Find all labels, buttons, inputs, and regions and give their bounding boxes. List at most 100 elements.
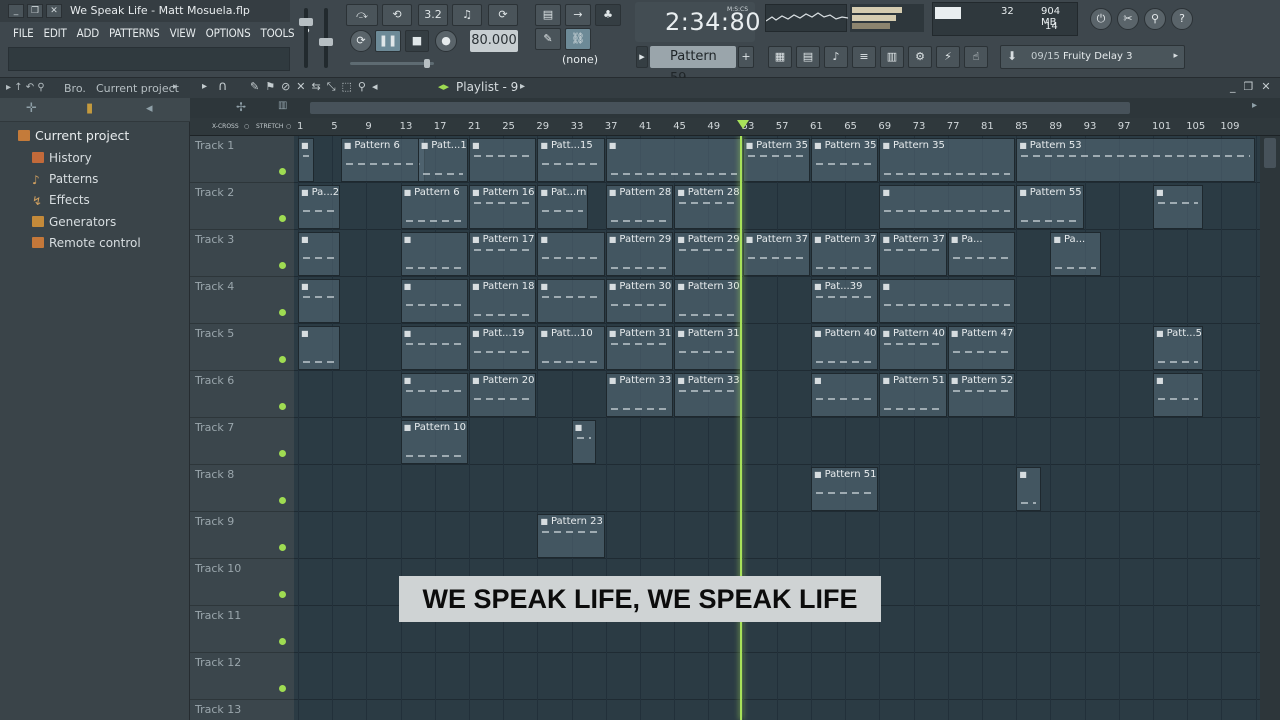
minimize-button[interactable]: _ xyxy=(8,4,24,18)
channel-rack-button[interactable]: ▤ xyxy=(796,46,820,68)
track-mute-led[interactable] xyxy=(279,309,286,316)
pattern-clip[interactable]: Pa...2 xyxy=(298,185,340,229)
pattern-clip[interactable]: Pa... xyxy=(947,232,1016,276)
track-header[interactable]: Track 2 xyxy=(190,183,294,230)
menu-tools[interactable]: TOOLS xyxy=(255,24,299,44)
track-header[interactable]: Track 10 xyxy=(190,559,294,606)
pattern-clip[interactable]: Pattern 17 xyxy=(469,232,537,276)
timeline-ruler[interactable]: X-CROSS ○ STRETCH ○ 1 5 9 13 17 21 25 29 33 37 41 4… xyxy=(190,118,1280,136)
pattern-clip[interactable]: Pattern 20 xyxy=(469,373,537,417)
piano-roll-button[interactable]: ▤ xyxy=(535,4,561,26)
pattern-clip[interactable]: Pattern 35 xyxy=(742,138,810,182)
playlist-horizontal-scroll[interactable]: ✢ ▥ ▸ xyxy=(190,98,1280,118)
track-mute-led[interactable] xyxy=(279,450,286,457)
xcross-toggle[interactable]: ○ xyxy=(244,123,249,130)
main-pitch-knob[interactable] xyxy=(424,59,430,68)
track-header[interactable]: Track 6 xyxy=(190,371,294,418)
menu-view[interactable]: VIEW xyxy=(165,24,201,44)
pattern-clip[interactable] xyxy=(605,138,742,182)
menu-add[interactable]: ADD xyxy=(72,24,104,44)
magnet-icon[interactable]: ∩ xyxy=(218,79,228,94)
pattern-left-arrow[interactable]: ▸ xyxy=(636,46,648,68)
menu-patterns[interactable]: PATTERNS xyxy=(104,24,165,44)
scroll-right-arrow[interactable]: ▸ xyxy=(1252,100,1257,111)
browser-item-history[interactable]: History xyxy=(32,151,92,165)
pattern-clip[interactable]: Patt...58 xyxy=(1153,326,1204,370)
pattern-clip[interactable] xyxy=(400,232,468,276)
pattern-clip[interactable]: Pattern 30 xyxy=(674,279,742,323)
pattern-clip[interactable]: Pattern 51 xyxy=(879,373,947,417)
track-header[interactable]: Track 9 xyxy=(190,512,294,559)
typing-keyboard-button[interactable]: ♫ xyxy=(452,4,482,26)
draw-button[interactable]: ✎ xyxy=(535,28,561,50)
pattern-clip[interactable]: Pattern 30 xyxy=(605,279,674,323)
pattern-clip[interactable]: Pattern 10 xyxy=(400,420,468,464)
pattern-clip[interactable]: Pattern 37 xyxy=(811,232,879,276)
pattern-clip[interactable]: Pattern 28 xyxy=(605,185,674,229)
pattern-clip[interactable]: Pattern 31 xyxy=(674,326,742,370)
pattern-clip[interactable]: Pattern 29 xyxy=(674,232,742,276)
pattern-clip[interactable] xyxy=(400,279,468,323)
pattern-clip[interactable]: Pattern 33 xyxy=(605,373,674,417)
pattern-clip[interactable]: Pattern 55 xyxy=(1016,185,1084,229)
pattern-clip[interactable] xyxy=(400,326,468,370)
pattern-clip[interactable] xyxy=(537,279,605,323)
loop-record-button[interactable]: ⟳ xyxy=(488,4,518,26)
menu-file[interactable]: FILE xyxy=(8,24,39,44)
menu-edit[interactable]: EDIT xyxy=(39,24,72,44)
track-header[interactable]: Track 8 xyxy=(190,465,294,512)
main-pitch-slider[interactable] xyxy=(350,59,434,68)
track-mute-led[interactable] xyxy=(279,356,286,363)
pause-button[interactable]: ❚❚ xyxy=(375,30,401,52)
loop-icon[interactable]: ⟳ xyxy=(350,30,372,52)
pattern-clip[interactable]: Pattern 37 xyxy=(742,232,810,276)
pattern-clip[interactable] xyxy=(1153,373,1204,417)
countdown-button[interactable]: 3.2 xyxy=(418,4,448,26)
zoom-icon[interactable]: ✢ xyxy=(236,100,246,114)
piano-roll-window-button[interactable]: ♪ xyxy=(824,46,848,68)
pattern-clip[interactable] xyxy=(298,279,340,323)
mixer-hint-panel[interactable]: ⬇ 09/15 Fruity Delay 3 ▸ xyxy=(1000,45,1185,69)
power-icon[interactable]: ⏻ xyxy=(1090,8,1112,30)
track-header[interactable]: Track 1 xyxy=(190,136,294,183)
pattern-clip[interactable]: Pattern 51 xyxy=(811,467,879,511)
master-volume-knob[interactable] xyxy=(299,18,313,26)
pattern-clip[interactable] xyxy=(879,185,1016,229)
track-header[interactable]: Track 3 xyxy=(190,230,294,277)
track-mute-led[interactable] xyxy=(279,544,286,551)
vscroll-thumb[interactable] xyxy=(1264,138,1276,168)
playlist-vertical-scroll[interactable] xyxy=(1260,136,1280,720)
collapse-icon[interactable]: ✛ xyxy=(26,101,37,116)
pattern-icon[interactable]: ▥ xyxy=(278,100,287,111)
track-mute-led[interactable] xyxy=(279,403,286,410)
folder-icon[interactable]: ▮ xyxy=(86,101,93,116)
pattern-clip[interactable] xyxy=(1016,467,1041,511)
pattern-clip[interactable]: Patt...19 xyxy=(469,326,537,370)
pattern-clip[interactable]: Pattern 16 xyxy=(469,185,537,229)
add-pattern-button[interactable]: + xyxy=(738,46,754,68)
master-pitch-knob[interactable] xyxy=(319,38,333,46)
browser-item-remote-control[interactable]: Remote control xyxy=(32,236,141,250)
playhead-marker[interactable] xyxy=(737,120,749,129)
playlist-window-button[interactable]: ▦ xyxy=(768,46,792,68)
pattern-clip[interactable]: Pattern 35 xyxy=(811,138,879,182)
pattern-selector[interactable]: Pattern 59 xyxy=(650,46,736,86)
track-header[interactable]: Track 5 xyxy=(190,324,294,371)
scroll-thumb[interactable] xyxy=(310,102,1130,114)
pattern-clip[interactable] xyxy=(298,138,315,182)
track-header[interactable]: Track 4 xyxy=(190,277,294,324)
pattern-clip[interactable]: Pattern 23 xyxy=(537,514,605,558)
track-header[interactable]: Track 7 xyxy=(190,418,294,465)
plugin-icon[interactable]: ⚡ xyxy=(936,46,960,68)
pattern-clip[interactable]: Patt...15 xyxy=(537,138,605,182)
stop-button[interactable]: ■ xyxy=(405,30,429,52)
track-mute-led[interactable] xyxy=(279,591,286,598)
menu-options[interactable]: OPTIONS xyxy=(201,24,256,44)
master-pitch-slider[interactable] xyxy=(319,8,333,68)
track-mute-led[interactable] xyxy=(279,168,286,175)
pattern-clip[interactable]: Pattern 35 xyxy=(879,138,1016,182)
playlist-menu-arrow[interactable]: ▸ xyxy=(202,81,207,92)
pattern-clip[interactable]: Pattern 37 xyxy=(879,232,947,276)
playlist-window-controls[interactable]: _❐✕ xyxy=(1230,80,1279,93)
browser-nav-icons[interactable]: ▸ ↑ ↶ ⚲ xyxy=(6,82,45,93)
